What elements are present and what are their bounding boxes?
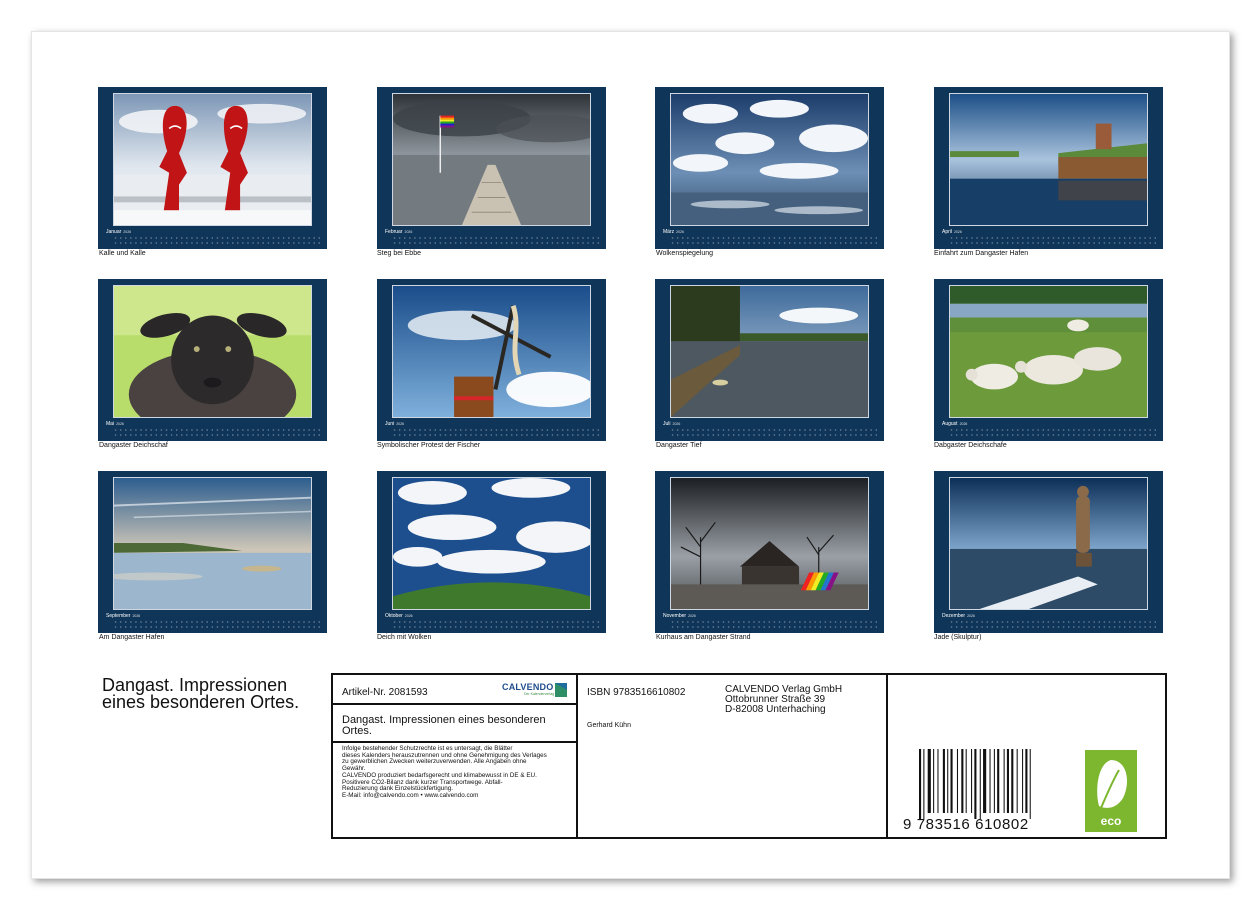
month-card-dezember: Dezember 2026	[934, 471, 1163, 633]
barcode-bar	[1016, 749, 1018, 813]
photo-dangaster-hafen	[113, 477, 312, 610]
photo-steg-bei-ebbe	[392, 93, 591, 226]
barcode-bar	[993, 749, 995, 813]
photo-einfahrt-hafen	[949, 93, 1148, 226]
photo-caption: Dabgaster Deichschafe	[934, 442, 1007, 449]
photo-wolkenspiegelung	[670, 93, 869, 226]
day-grid	[113, 619, 323, 631]
photo-caption: Kalle und Kalle	[99, 250, 146, 257]
divider	[333, 741, 576, 743]
calvendo-tagline: Der Kalenderverlag	[524, 692, 555, 696]
barcode-bar	[937, 749, 939, 813]
month-card-februar: Februar 2026	[377, 87, 606, 249]
month-card-august: August 2026	[934, 279, 1163, 441]
photo-symbolischer-protest	[392, 285, 591, 418]
month-card-januar: Januar 2026	[98, 87, 327, 249]
publisher-address: CALVENDO Verlag GmbH Ottobrunner Straße …	[725, 684, 843, 715]
barcode-digits: 9 783516 610802	[903, 816, 1029, 833]
barcode-bar	[919, 749, 922, 819]
book-title: Dangast. Impressionen eines besonderen O…	[342, 714, 546, 737]
author-name: Gerhard Kühn	[587, 722, 631, 729]
barcode-bar	[927, 749, 931, 813]
barcode-icon	[919, 749, 1031, 819]
cover-title: Dangast. Impressionen eines besonderen O…	[102, 675, 300, 712]
barcode-bar	[956, 749, 958, 813]
barcode-bar	[1003, 749, 1005, 813]
barcode-bar	[974, 749, 977, 819]
barcode-bar	[1025, 749, 1028, 813]
barcode-bar	[950, 749, 953, 813]
month-card-oktober: Oktober 2026	[377, 471, 606, 633]
photo-kalle-und-kalle	[113, 93, 312, 226]
info-column-right: 9 783516 610802 eco	[888, 675, 1165, 837]
barcode-bar	[923, 749, 925, 819]
barcode-bar	[933, 749, 935, 813]
barcode-bar	[1006, 749, 1009, 813]
photo-jade-skulptur	[949, 477, 1148, 610]
barcode-bar	[1011, 749, 1014, 813]
barcode-bar	[983, 749, 987, 813]
month-card-april: April 2026	[934, 87, 1163, 249]
month-card-november: November 2026	[655, 471, 884, 633]
month-card-juni: Juni 2026	[377, 279, 606, 441]
photo-caption: Symbolischer Protest der Fischer	[377, 442, 481, 449]
barcode-bar	[947, 749, 949, 813]
photo-caption: Deich mit Wolken	[377, 634, 432, 641]
artikel-number: Artikel-Nr. 2081593	[342, 687, 428, 698]
month-card-september: September 2026	[98, 471, 327, 633]
day-grid	[949, 235, 1159, 247]
calvendo-mark-icon	[555, 683, 567, 697]
photo-kurhaus	[670, 477, 869, 610]
photo-caption: Dangaster Tief	[656, 442, 702, 449]
info-column-middle: ISBN 9783516610802 Gerhard Kühn CALVENDO…	[578, 675, 888, 837]
photo-caption: Dangaster Deichschaf	[99, 442, 168, 449]
barcode-bar	[1029, 749, 1031, 819]
photo-caption: Jade (Skulptur)	[934, 634, 982, 641]
eco-label: eco	[1101, 814, 1122, 828]
photo-dangaster-tief	[670, 285, 869, 418]
artikel-row: Artikel-Nr. 2081593 CALVENDO Der Kalende…	[333, 675, 576, 705]
product-info-box: Artikel-Nr. 2081593 CALVENDO Der Kalende…	[331, 673, 1167, 839]
day-grid	[949, 619, 1159, 631]
day-grid	[670, 619, 880, 631]
month-card-juli: Juli 2026	[655, 279, 884, 441]
day-grid	[670, 235, 880, 247]
month-card-maerz: März 2026	[655, 87, 884, 249]
photo-deichschafe	[949, 285, 1148, 418]
calvendo-wordmark: CALVENDO	[502, 682, 554, 692]
day-grid	[392, 235, 602, 247]
barcode-bar	[961, 749, 964, 813]
barcode-bar	[1022, 749, 1024, 813]
barcode-bar	[997, 749, 1000, 813]
photo-caption: Kurhaus am Dangaster Strand	[656, 634, 751, 641]
photo-caption: Am Dangaster Hafen	[99, 634, 165, 641]
day-grid	[392, 427, 602, 439]
barcode-bar	[965, 749, 967, 813]
day-grid	[113, 427, 323, 439]
barcode-bar	[971, 749, 973, 813]
month-card-mai: Mai 2026	[98, 279, 327, 441]
photo-caption: Wolkenspiegelung	[656, 250, 714, 257]
barcode-bar	[942, 749, 945, 813]
photo-deichschaf	[113, 285, 312, 418]
photo-caption: Steg bei Ebbe	[377, 250, 421, 257]
info-column-left: Artikel-Nr. 2081593 CALVENDO Der Kalende…	[333, 675, 578, 837]
barcode-bar	[989, 749, 991, 813]
legal-notice: Infolge bestehender Schutzrechte ist es …	[342, 745, 547, 799]
photo-deich-mit-wolken	[392, 477, 591, 610]
day-grid	[113, 235, 323, 247]
isbn: ISBN 9783516610802	[587, 687, 686, 698]
day-grid	[670, 427, 880, 439]
day-grid	[949, 427, 1159, 439]
photo-caption: Einfahrt zum Dangaster Hafen	[934, 250, 1029, 257]
eco-leaf-icon: eco	[1085, 750, 1137, 832]
calvendo-logo: CALVENDO Der Kalenderverlag	[502, 681, 570, 701]
barcode-bar	[979, 749, 981, 819]
day-grid	[392, 619, 602, 631]
